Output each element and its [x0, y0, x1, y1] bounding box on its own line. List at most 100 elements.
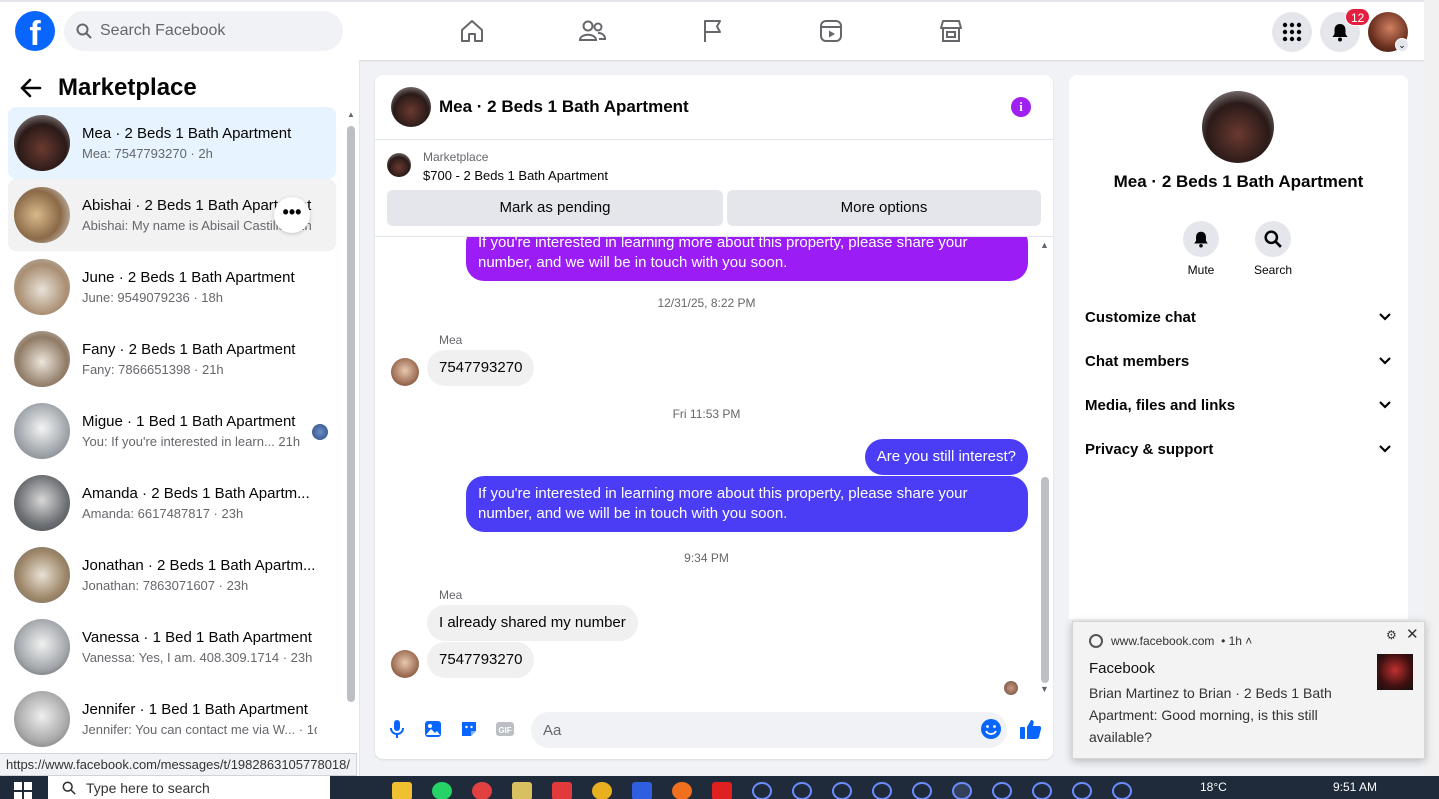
search-input[interactable]	[100, 22, 320, 40]
taskbar-search[interactable]: Type here to search	[48, 776, 330, 799]
incoming-message: 7547793270	[427, 642, 535, 678]
listing-thumbnail[interactable]	[387, 153, 411, 177]
conversation-name: Jonathan · 2 Beds 1 Bath Apartm...	[82, 557, 316, 574]
browser-window-icon[interactable]	[792, 782, 812, 799]
search-icon	[62, 781, 76, 795]
sender-avatar[interactable]	[391, 650, 419, 678]
search-box[interactable]	[64, 11, 343, 51]
timestamp: 12/31/25, 8:22 PM	[657, 296, 756, 310]
app-icon[interactable]	[552, 782, 572, 799]
search-icon	[1264, 230, 1282, 248]
notepad-icon[interactable]	[512, 782, 532, 799]
browser-window-icon[interactable]	[872, 782, 892, 799]
conversation-preview: Jonathan: 7863071607 · 23h	[82, 578, 249, 593]
notification-source-text: www.facebook.com	[1111, 634, 1215, 648]
conversation-preview: Jennifer: You can contact me via W... · …	[82, 722, 317, 737]
sender-avatar[interactable]	[391, 358, 419, 386]
section-label: Media, files and links	[1085, 396, 1236, 414]
read-receipt-avatar	[1004, 681, 1018, 695]
top-navigation-bar: f 12 ⌄	[0, 0, 1424, 60]
privacy-support-section[interactable]: Privacy & support	[1085, 437, 1392, 461]
media-files-links-section[interactable]: Media, files and links	[1085, 393, 1392, 417]
more-options-button[interactable]: More options	[727, 190, 1041, 226]
conversation-item[interactable]: Migue · 1 Bed 1 Bath Apartment You: If yo…	[8, 395, 336, 467]
message-input[interactable]	[531, 712, 1007, 748]
sticker-icon[interactable]	[457, 717, 481, 741]
gif-icon[interactable]: GIF	[493, 717, 517, 741]
chat-avatar[interactable]	[391, 87, 431, 127]
conversation-item[interactable]: Fany · 2 Beds 1 Bath Apartment Fany: 7866…	[8, 323, 336, 395]
chat-members-section[interactable]: Chat members	[1085, 349, 1392, 373]
emoji-icon[interactable]	[979, 717, 1003, 741]
browser-window-icon[interactable]	[1112, 782, 1132, 799]
close-icon[interactable]: ✕	[1406, 625, 1419, 643]
browser-window-icon[interactable]	[832, 782, 852, 799]
chevron-down-icon	[1379, 357, 1391, 365]
mark-as-pending-button[interactable]: Mark as pending	[387, 190, 723, 226]
mute-button[interactable]: Mute	[1171, 221, 1231, 277]
marketplace-sidebar: Marketplace Mea · 2 Beds 1 Bath Apartmen…	[0, 60, 360, 776]
listing-thumbnail	[14, 115, 70, 171]
info-icon[interactable]: i	[1011, 97, 1031, 117]
thumbs-up-icon[interactable]	[1019, 717, 1043, 741]
conversation-item[interactable]: Abishai · 2 Beds 1 Bath Apartment Abishai…	[8, 179, 336, 251]
more-options-button[interactable]: •••	[274, 197, 310, 233]
app-icon[interactable]	[712, 782, 732, 799]
firefox-icon[interactable]	[672, 782, 692, 799]
notification-time: • 1h ˄	[1221, 634, 1253, 648]
conversation-item[interactable]: Amanda · 2 Beds 1 Bath Apartm... Amanda: …	[8, 467, 336, 539]
chat-header: Mea · 2 Beds 1 Bath Apartment i	[375, 75, 1053, 140]
browser-window-icon[interactable]	[1072, 782, 1092, 799]
seen-avatar	[312, 424, 328, 440]
pages-flag-icon[interactable]	[697, 16, 727, 46]
customize-chat-section[interactable]: Customize chat	[1085, 305, 1392, 329]
timestamp: Fri 11:53 PM	[672, 407, 741, 421]
conversation-item[interactable]: Jonathan · 2 Beds 1 Bath Apartm... Jonath…	[8, 539, 336, 611]
whatsapp-icon[interactable]	[432, 782, 452, 799]
app-icon[interactable]	[632, 782, 652, 799]
conversation-item[interactable]: June · 2 Beds 1 Bath Apartment June: 9549…	[8, 251, 336, 323]
chrome-icon	[1089, 634, 1103, 648]
app-icon[interactable]	[472, 782, 492, 799]
back-arrow-icon[interactable]	[20, 78, 42, 98]
notification-title: Facebook	[1089, 660, 1155, 677]
section-label: Chat members	[1085, 352, 1190, 370]
conversation-item[interactable]: Mea · 2 Beds 1 Bath Apartment Mea: 754779…	[8, 107, 336, 179]
file-explorer-icon[interactable]	[392, 782, 412, 799]
windows-start-icon[interactable]	[14, 782, 32, 799]
menu-grid-icon[interactable]	[1272, 12, 1312, 52]
browser-window-icon[interactable]	[752, 782, 772, 799]
conversation-item[interactable]: Vanessa · 1 Bed 1 Bath Apartment Vanessa:…	[8, 611, 336, 683]
incoming-message: 7547793270	[427, 350, 535, 386]
search-in-conversation-button[interactable]: Search	[1243, 221, 1303, 277]
marketplace-store-icon[interactable]	[936, 16, 966, 46]
watch-video-icon[interactable]	[816, 16, 846, 46]
conversation-item[interactable]: Jennifer · 1 Bed 1 Bath Apartment Jennife…	[8, 683, 336, 755]
home-icon[interactable]	[457, 16, 487, 46]
browser-window-icon[interactable]	[952, 782, 972, 799]
browser-window-icon[interactable]	[1032, 782, 1052, 799]
system-clock[interactable]: 9:51 AM	[1333, 780, 1377, 794]
friends-icon[interactable]	[577, 16, 607, 46]
chevron-down-icon[interactable]: ⌄	[1395, 38, 1409, 52]
listing-title[interactable]: $700 - 2 Beds 1 Bath Apartment	[423, 168, 608, 183]
page-scrollbar[interactable]	[1424, 0, 1439, 776]
facebook-logo[interactable]: f	[15, 11, 55, 51]
browser-window-icon[interactable]	[912, 782, 932, 799]
notification-body: Brian Martinez to Brian · 2 Beds 1 Bath …	[1089, 685, 1332, 745]
listing-thumbnail	[14, 619, 70, 675]
chrome-icon[interactable]	[592, 782, 612, 799]
photo-icon[interactable]	[421, 717, 445, 741]
chat-title[interactable]: Mea · 2 Beds 1 Bath Apartment	[439, 97, 689, 117]
settings-gear-icon[interactable]: ⚙	[1386, 628, 1397, 642]
browser-window-icon[interactable]	[992, 782, 1012, 799]
conversation-avatar	[1202, 91, 1274, 163]
microphone-icon[interactable]	[385, 717, 409, 741]
weather-temperature[interactable]: 18°C	[1200, 780, 1227, 794]
outgoing-message: If you're interested in learning more ab…	[466, 237, 1028, 281]
chat-scrollbar[interactable]: ▲ ▼	[1039, 240, 1051, 700]
browser-notification[interactable]: www.facebook.com • 1h ˄ ⚙ ✕ Facebook Bri…	[1072, 621, 1425, 759]
sender-name: Mea	[439, 588, 463, 602]
search-icon	[76, 23, 92, 39]
sidebar-scrollbar[interactable]: ▲	[345, 108, 357, 718]
